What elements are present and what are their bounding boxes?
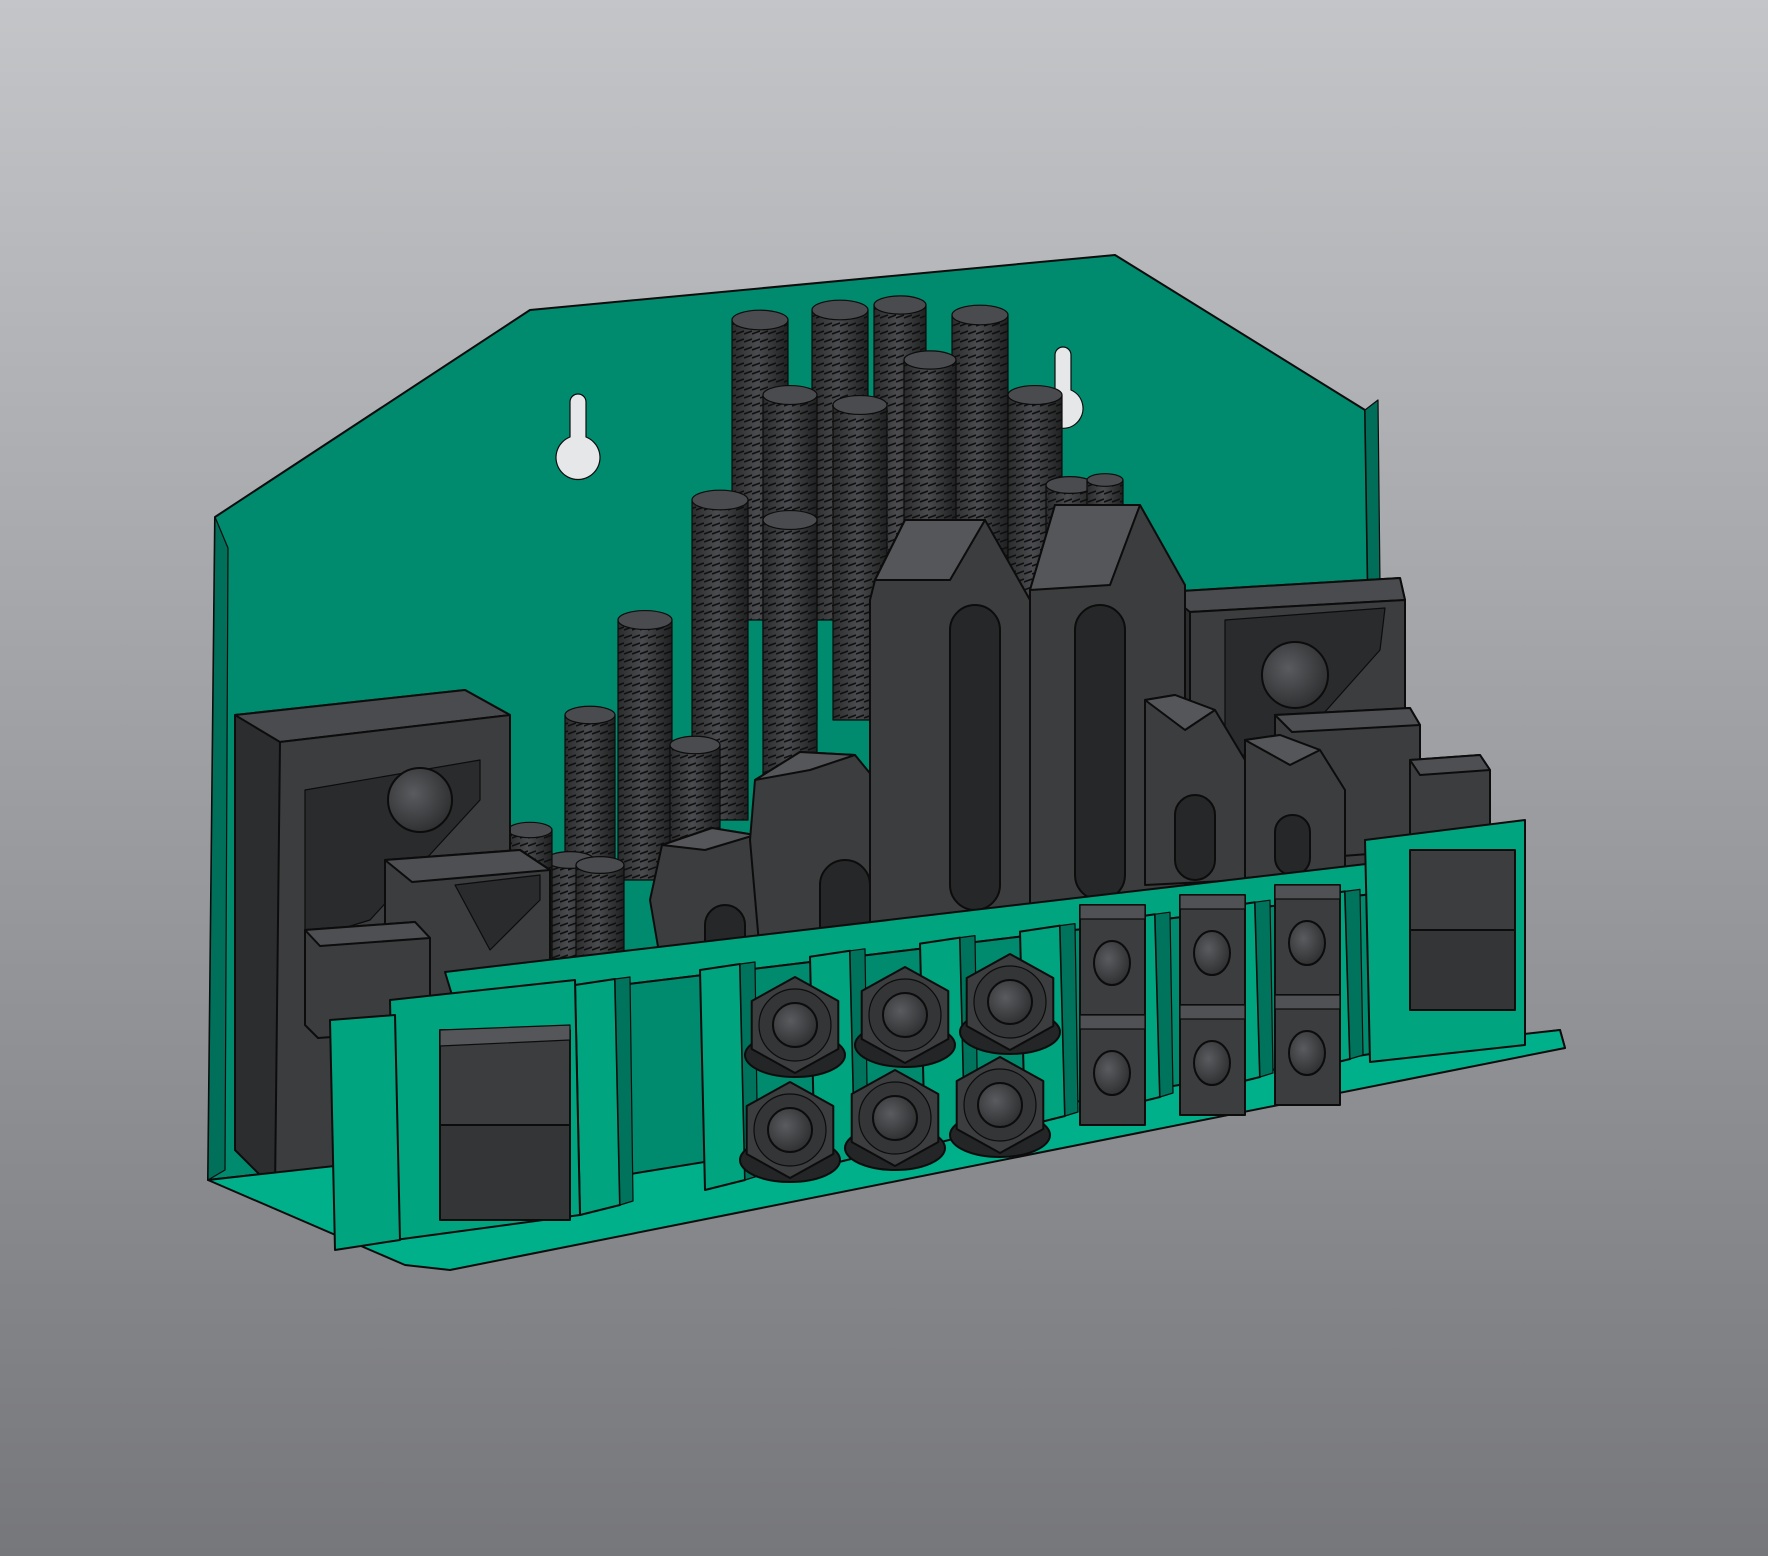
cad-viewport[interactable] [0,0,1768,1556]
rack-divider [574,976,634,1216]
clamp-kit-3d-model [207,254,1566,1271]
coupling-nut [1274,884,1341,996]
tee-nuts-left [329,979,581,1251]
tee-nuts-right [1364,819,1526,1063]
coupling-nut [1079,1014,1146,1126]
coupling-nut [1274,994,1341,1106]
threaded-stud [575,855,625,961]
coupling-nut [1079,904,1146,1016]
coupling-nut [1179,894,1246,1006]
threaded-stud [617,609,673,881]
coupling-nuts [1079,884,1341,1126]
coupling-nut [1179,1004,1246,1116]
slotted-clamp-long-1 [869,519,1031,931]
